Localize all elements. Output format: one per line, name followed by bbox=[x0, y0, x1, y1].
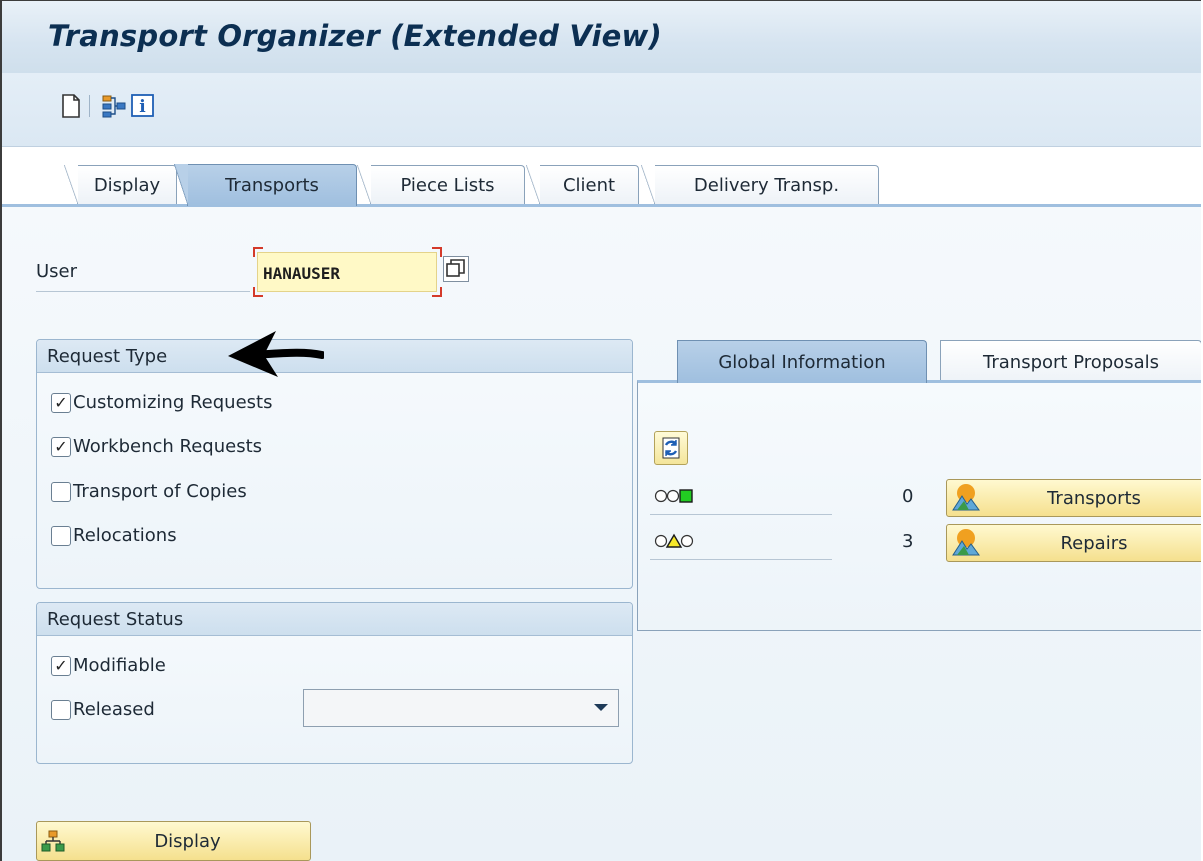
transports-button[interactable]: Transports bbox=[946, 479, 1201, 517]
title-bar: Transport Organizer (Extended View) bbox=[2, 1, 1201, 74]
multiple-selection-icon bbox=[446, 259, 465, 277]
sap-window: Transport Organizer (Extended View) i Di… bbox=[0, 0, 1201, 861]
tab-transport-proposals[interactable]: Transport Proposals bbox=[940, 340, 1201, 383]
transport-of-copies-row[interactable]: Transport of Copies bbox=[51, 481, 247, 502]
released-label: Released bbox=[73, 699, 155, 720]
tab-delivery-transp[interactable]: Delivery Transp. bbox=[641, 165, 879, 205]
transports-count: 0 bbox=[902, 486, 914, 507]
modifiable-row[interactable]: ✓ Modifiable bbox=[51, 655, 166, 676]
workbench-requests-checkbox[interactable]: ✓ bbox=[51, 436, 71, 457]
value-help-button[interactable] bbox=[443, 256, 469, 282]
relocations-label: Relocations bbox=[73, 525, 177, 546]
refresh-button[interactable] bbox=[654, 431, 688, 465]
application-toolbar: i bbox=[2, 73, 1201, 147]
request-type-group: Request Type ✓ Customizing Requests ✓ Wo… bbox=[36, 339, 633, 589]
tab-client[interactable]: Client bbox=[526, 165, 639, 205]
right-tabstrip: Global Information Transport Proposals bbox=[637, 340, 1201, 383]
repairs-count: 3 bbox=[902, 531, 914, 552]
user-input[interactable]: HANAUSER bbox=[257, 252, 437, 292]
customizing-requests-checkbox[interactable]: ✓ bbox=[51, 392, 71, 413]
svg-text:i: i bbox=[139, 97, 146, 117]
display-button[interactable]: Display bbox=[36, 821, 311, 861]
chevron-down-icon bbox=[594, 704, 608, 711]
transport-of-copies-label: Transport of Copies bbox=[73, 481, 247, 502]
info-icon[interactable]: i bbox=[130, 93, 156, 119]
refresh-icon bbox=[662, 437, 680, 459]
modifiable-label: Modifiable bbox=[73, 655, 166, 676]
request-status-group: Request Status ✓ Modifiable Released bbox=[36, 602, 633, 764]
new-document-icon[interactable] bbox=[58, 93, 84, 119]
tab-transports[interactable]: Transports bbox=[174, 164, 357, 206]
required-bracket-top-right bbox=[432, 247, 442, 257]
transports-button-label: Transports bbox=[1047, 487, 1141, 509]
required-bracket-bottom-left bbox=[253, 287, 263, 297]
customizing-requests-label: Customizing Requests bbox=[73, 392, 273, 413]
request-status-header: Request Status bbox=[37, 603, 632, 636]
status-row-underline bbox=[650, 559, 832, 560]
toolbar-separator bbox=[89, 95, 90, 117]
main-tabstrip: Display Transports Piece Lists Client De… bbox=[2, 147, 1201, 206]
repairs-button[interactable]: Repairs bbox=[946, 524, 1201, 562]
hierarchy-tree-icon bbox=[41, 830, 65, 852]
released-checkbox[interactable] bbox=[51, 699, 71, 720]
relocations-row[interactable]: Relocations bbox=[51, 525, 177, 546]
transport-of-copies-checkbox[interactable] bbox=[51, 481, 71, 502]
window-title: Transport Organizer (Extended View) bbox=[48, 19, 662, 53]
user-label: User bbox=[36, 261, 78, 282]
green-status-lights-icon bbox=[654, 489, 693, 503]
status-row-underline bbox=[650, 514, 832, 515]
hierarchy-icon[interactable] bbox=[101, 93, 127, 119]
tab-global-information[interactable]: Global Information bbox=[677, 340, 927, 383]
user-label-underline bbox=[36, 291, 250, 292]
required-bracket-top-left bbox=[253, 247, 263, 257]
yellow-status-lights-icon bbox=[654, 533, 694, 548]
customizing-requests-row[interactable]: ✓ Customizing Requests bbox=[51, 392, 272, 413]
mountain-landscape-icon bbox=[952, 529, 980, 556]
tab-content-transports: User HANAUSER Request Type ✓ Customizing… bbox=[2, 207, 1201, 861]
request-type-header: Request Type bbox=[37, 340, 632, 373]
released-date-dropdown[interactable] bbox=[303, 689, 619, 727]
released-row[interactable]: Released bbox=[51, 699, 155, 720]
relocations-checkbox[interactable] bbox=[51, 525, 71, 546]
required-bracket-bottom-right bbox=[432, 287, 442, 297]
tab-display[interactable]: Display bbox=[64, 165, 177, 205]
display-button-label: Display bbox=[154, 830, 221, 852]
workbench-requests-row[interactable]: ✓ Workbench Requests bbox=[51, 436, 262, 457]
modifiable-checkbox[interactable]: ✓ bbox=[51, 655, 71, 676]
mountain-landscape-icon bbox=[952, 484, 980, 511]
workbench-requests-label: Workbench Requests bbox=[73, 436, 263, 457]
repairs-button-label: Repairs bbox=[1060, 532, 1128, 554]
tab-piece-lists[interactable]: Piece Lists bbox=[357, 165, 525, 205]
annotation-arrow-icon bbox=[228, 331, 324, 377]
global-information-panel: 0 Transports 3 Repairs bbox=[637, 380, 1201, 631]
